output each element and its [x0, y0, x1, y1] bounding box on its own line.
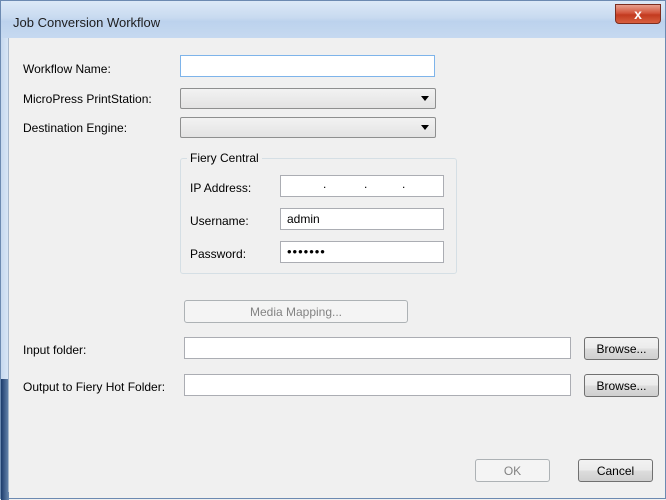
input-folder-field[interactable] — [184, 337, 571, 359]
input-folder-browse-button[interactable]: Browse... — [584, 337, 659, 360]
dialog-body: Workflow Name: MicroPress PrintStation: … — [8, 38, 659, 492]
workflow-name-input[interactable] — [180, 55, 435, 77]
input-folder-label: Input folder: — [23, 343, 87, 357]
fiery-central-group: Fiery Central IP Address: . . . Username… — [180, 151, 457, 274]
dropdown-arrow-icon — [421, 96, 429, 101]
printstation-select[interactable] — [180, 88, 436, 109]
output-folder-field[interactable] — [184, 374, 571, 396]
ip-separator: . — [402, 177, 406, 191]
username-label: Username: — [190, 214, 249, 228]
workflow-name-label: Workflow Name: — [23, 62, 111, 76]
output-folder-browse-button[interactable]: Browse... — [584, 374, 659, 397]
ip-separator: . — [323, 177, 327, 191]
destination-engine-select[interactable] — [180, 117, 436, 138]
password-label: Password: — [190, 247, 247, 261]
fiery-central-legend: Fiery Central — [187, 151, 262, 165]
media-mapping-button[interactable]: Media Mapping... — [184, 300, 408, 323]
username-input[interactable]: admin — [280, 208, 444, 230]
close-button[interactable]: x — [615, 4, 661, 24]
job-conversion-dialog: Job Conversion Workflow x Workflow Name:… — [0, 0, 666, 500]
ip-address-input[interactable]: . . . — [280, 175, 444, 197]
ip-separator: . — [364, 177, 368, 191]
output-folder-label: Output to Fiery Hot Folder: — [23, 380, 166, 394]
title-bar[interactable]: Job Conversion Workflow x — [1, 1, 665, 38]
cancel-button[interactable]: Cancel — [578, 459, 653, 482]
dropdown-arrow-icon — [421, 125, 429, 130]
printstation-label: MicroPress PrintStation: — [23, 92, 152, 106]
password-input[interactable]: ••••••• — [280, 241, 444, 263]
window-title: Job Conversion Workflow — [13, 15, 161, 30]
ip-address-label: IP Address: — [190, 181, 252, 195]
close-icon: x — [634, 6, 642, 22]
destination-engine-label: Destination Engine: — [23, 121, 128, 135]
ok-button[interactable]: OK — [475, 459, 550, 482]
